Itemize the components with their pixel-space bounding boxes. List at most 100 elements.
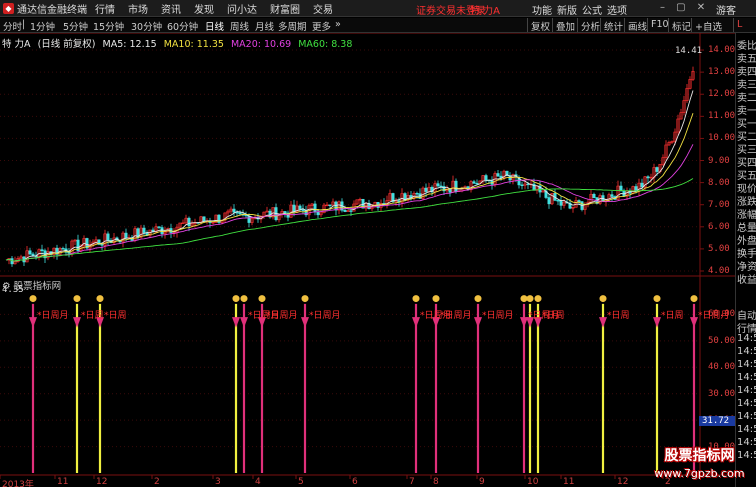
money-bag-icon	[258, 295, 266, 303]
candle-body	[655, 167, 659, 172]
indicator-name: 股票指标网	[13, 281, 62, 292]
add-watchlist-button[interactable]: +自选	[691, 18, 725, 33]
indicator-gear-icon[interactable]: ⚙	[2, 281, 11, 292]
signal-label: *日周	[542, 311, 565, 322]
sub-tick-label: 30.00	[708, 388, 736, 399]
price-tick-label: 4.00	[708, 266, 730, 276]
menu-discover[interactable]: 发现	[194, 1, 214, 16]
candle-body	[415, 193, 419, 195]
date-tick-label: 9	[479, 477, 485, 487]
ma-legend: 特 力A (日线 前复权) MA5: 12.15 MA10: 11.35 MA2…	[2, 36, 356, 50]
date-tick-label: 5	[298, 477, 304, 487]
signal-label: *日周月	[440, 311, 472, 322]
candle-body	[142, 227, 146, 234]
overlay-button[interactable]: 叠加	[552, 18, 578, 33]
adjust-button[interactable]: 复权	[527, 18, 553, 33]
ma10-value: MA10: 11.35	[163, 39, 224, 50]
date-tick-label: 2013年	[2, 480, 34, 487]
tick-time: 14:5	[737, 398, 756, 409]
tab-multi-period[interactable]: 多周期	[278, 19, 307, 33]
tab-15min[interactable]: 15分钟	[93, 19, 124, 33]
statistics-button[interactable]: 统计	[600, 18, 626, 33]
candle-body	[244, 214, 248, 217]
window-controls[interactable]: – ▢ ✕	[660, 2, 709, 13]
candle-body	[316, 211, 320, 216]
menu-options[interactable]: 选项	[607, 2, 627, 17]
candle-body	[232, 208, 236, 213]
candle-body	[520, 184, 524, 186]
sub-tick-label: 50.00	[708, 335, 736, 346]
signal-label: *日周月	[309, 311, 341, 322]
menu-quotes[interactable]: 行情	[95, 1, 115, 16]
tab-30min[interactable]: 30分钟	[131, 19, 162, 33]
chart-area[interactable]: 特 力A (日线 前复权) MA5: 12.15 MA10: 11.35 MA2…	[0, 33, 756, 487]
tab-5min[interactable]: 5分钟	[63, 19, 88, 33]
tab-monthly[interactable]: 月线	[255, 19, 274, 33]
panel-mode-label[interactable]: 行情	[736, 320, 756, 334]
date-tick-label: 12	[96, 477, 108, 487]
layout-toggle-button[interactable]: L	[733, 18, 745, 32]
quote-field-label: 卖三	[737, 80, 756, 90]
quote-field-label: 买四	[737, 158, 756, 168]
candle-body	[328, 204, 332, 206]
tab-weekly[interactable]: 周线	[230, 19, 249, 33]
tab-60min[interactable]: 60分钟	[167, 19, 198, 33]
title-bar: ◆ 通达信金融终端 行情 市场 资讯 发现 问小达 财富圈 交易 证券交易未登录…	[0, 0, 756, 17]
watermark-title: 股票指标网	[664, 448, 735, 464]
money-bag-icon	[526, 295, 534, 303]
app-logo-icon: ◆	[3, 2, 14, 14]
signal-label: *日周月	[37, 311, 69, 322]
quote-field-label: 卖一	[737, 106, 756, 116]
quote-field-label: 买二	[737, 132, 756, 142]
date-tick-label: 8	[433, 477, 439, 487]
price-tick-label: 8.00	[708, 177, 730, 188]
tick-time: 14:5	[737, 385, 756, 396]
price-tick-label: 5.00	[708, 243, 730, 254]
price-tick-label: 7.00	[708, 199, 730, 210]
menu-ask-xiaoda[interactable]: 问小达	[227, 1, 257, 16]
tick-time: 14:5	[737, 424, 756, 435]
money-bag-icon	[432, 295, 440, 303]
price-tick-label: 6.00	[708, 221, 730, 232]
user-label[interactable]: 游客	[716, 2, 736, 17]
stock-name-top: 特 力A	[470, 6, 501, 17]
candle-body	[547, 197, 551, 205]
kline-chart[interactable]	[0, 33, 735, 487]
quote-field-label: 卖二	[737, 93, 756, 103]
tick-time: 14:5	[737, 411, 756, 422]
chart-period-desc: (日线 前复权)	[37, 39, 96, 50]
price-tick-label: 11.00	[708, 111, 736, 122]
money-bag-icon	[653, 295, 661, 303]
tick-time: 14:5	[737, 359, 756, 370]
menu-wealth-circle[interactable]: 财富圈	[270, 1, 300, 16]
candle-body	[610, 194, 614, 197]
money-bag-icon	[520, 295, 528, 303]
tab-1min[interactable]: 1分钟	[30, 19, 55, 33]
price-tick-label: 13.00	[708, 67, 736, 78]
peak-price-label: 14.41	[675, 46, 703, 56]
quote-side-panel: 委比 卖五 卖四 卖三 卖二 卖一 买一 买二 买三 买四 买五 现价 涨跌 涨幅 总量 外盘 换手 净资 收益 自动…	[735, 33, 756, 487]
signal-label: *日周月	[698, 311, 730, 322]
tab-daily[interactable]: 日线	[205, 19, 224, 33]
menu-trade[interactable]: 交易	[313, 1, 333, 16]
menu-new-version[interactable]: 新版	[557, 2, 577, 17]
tab-more[interactable]: 更多	[312, 19, 331, 33]
panel-mode-label[interactable]: 自动	[736, 307, 756, 321]
date-tick-label: 7	[409, 477, 415, 487]
menu-functions[interactable]: 功能	[532, 2, 552, 17]
more-chevron-icon[interactable]: »	[335, 19, 341, 30]
candle-body	[556, 200, 560, 202]
candle-body	[238, 212, 242, 215]
money-bag-icon	[301, 295, 309, 303]
candle-body	[646, 176, 650, 179]
signal-marker-icon	[474, 317, 482, 328]
menu-news[interactable]: 资讯	[161, 1, 181, 16]
quote-field-label: 委比	[737, 41, 756, 51]
menu-formula[interactable]: 公式	[582, 2, 602, 17]
date-tick-label: 11	[57, 477, 69, 487]
candle-body	[526, 183, 530, 186]
tab-timeshare[interactable]: 分时	[3, 19, 22, 33]
signal-label: *日周月	[266, 311, 298, 322]
candle-body	[40, 249, 44, 252]
menu-market[interactable]: 市场	[128, 1, 148, 16]
